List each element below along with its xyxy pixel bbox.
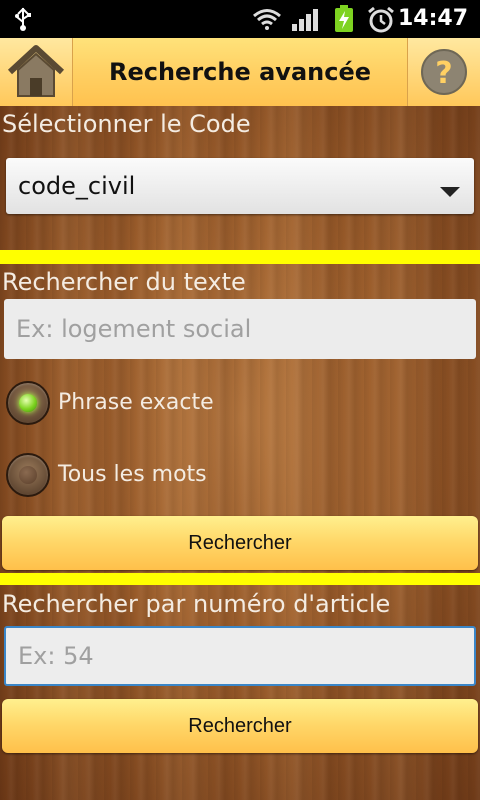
radio-tous-les-mots[interactable]: Tous les mots [6, 453, 456, 501]
article-search-button[interactable]: Rechercher [2, 699, 478, 753]
radio-phrase-exacte[interactable]: Phrase exacte [6, 381, 456, 429]
radio-dot-selected [19, 394, 37, 412]
alarm-icon [367, 6, 395, 38]
radio-tous-les-mots-label: Tous les mots [58, 462, 207, 487]
text-search-label: Rechercher du texte [2, 268, 246, 296]
code-select-label: Sélectionner le Code [2, 110, 251, 138]
signal-icon [291, 8, 319, 36]
radio-ring [6, 453, 50, 497]
help-icon: ? [421, 49, 467, 95]
radio-ring [6, 381, 50, 425]
page-title: Recherche avancée [108, 58, 372, 86]
status-bar: 14:47 [0, 0, 480, 38]
article-search-label: Rechercher par numéro d'article [2, 590, 391, 618]
action-bar: Recherche avancée ? [0, 38, 480, 106]
separator-1 [0, 250, 480, 264]
code-select[interactable]: code_civil [6, 158, 474, 214]
dropdown-arrow-icon [440, 182, 460, 201]
clock-time: 14:47 [397, 6, 468, 31]
radio-phrase-exacte-label: Phrase exacte [58, 390, 214, 415]
text-search-button[interactable]: Rechercher [2, 516, 478, 570]
usb-icon [14, 6, 32, 36]
battery-charging-icon [334, 5, 354, 37]
svg-text:?: ? [435, 56, 452, 91]
article-number-input[interactable] [6, 628, 474, 684]
separator-2 [0, 573, 480, 585]
home-button[interactable] [0, 38, 73, 106]
article-number-field[interactable] [4, 626, 476, 686]
text-search-field[interactable] [4, 299, 476, 359]
wifi-icon [252, 8, 282, 34]
search-form: Sélectionner le Code code_civil Recherch… [0, 106, 480, 800]
radio-dot-unselected [19, 466, 37, 484]
code-select-value: code_civil [18, 172, 136, 200]
text-search-input[interactable] [4, 299, 476, 359]
home-icon [7, 45, 65, 97]
help-button[interactable]: ? [407, 38, 480, 106]
